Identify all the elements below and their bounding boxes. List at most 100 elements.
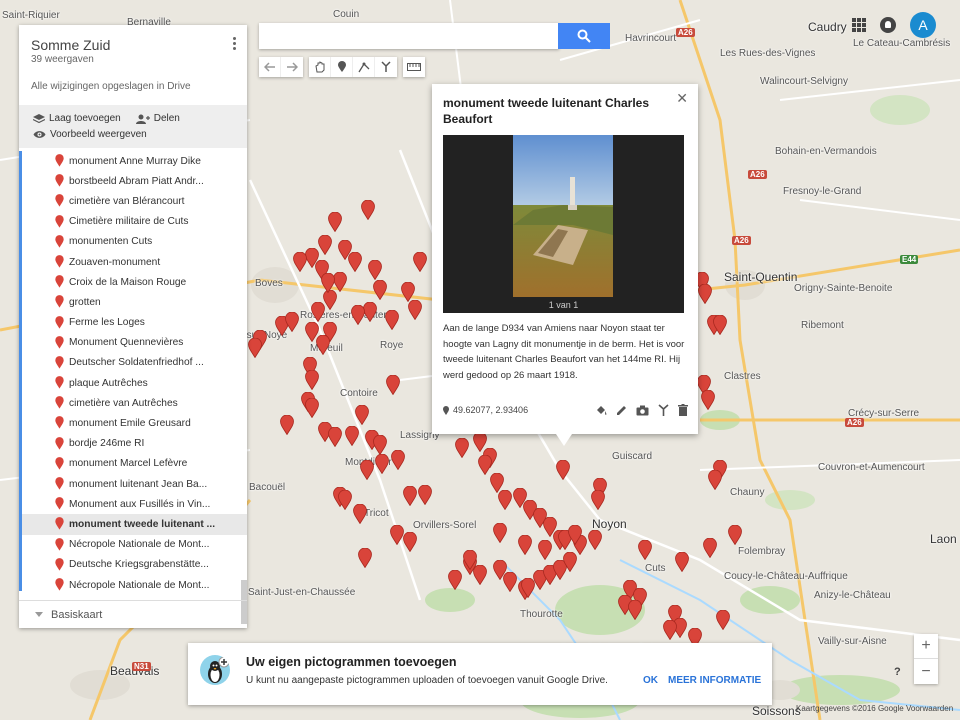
add-layer-button[interactable]: Laag toevoegen — [33, 113, 121, 124]
delete-trash-icon[interactable] — [678, 404, 688, 416]
map-marker-pin[interactable] — [538, 540, 552, 560]
edit-pencil-icon[interactable] — [616, 405, 627, 416]
map-marker-pin[interactable] — [285, 312, 299, 332]
list-item[interactable]: monument tweede luitenant ... — [22, 514, 247, 535]
map-marker-pin[interactable] — [333, 272, 347, 292]
share-button[interactable]: Delen — [135, 113, 180, 124]
list-item[interactable]: monument Emile Greusard — [22, 413, 247, 433]
map-marker-pin[interactable] — [353, 504, 367, 524]
zoom-out-button[interactable]: − — [914, 659, 938, 684]
map-marker-pin[interactable] — [386, 375, 400, 395]
map-marker-pin[interactable] — [355, 405, 369, 425]
help-button[interactable]: ? — [894, 666, 901, 678]
pan-button[interactable] — [309, 57, 331, 77]
map-marker-pin[interactable] — [498, 490, 512, 510]
map-marker-pin[interactable] — [305, 370, 319, 390]
list-item[interactable]: borstbeeld Abram Piatt Andr... — [22, 171, 247, 191]
map-marker-pin[interactable] — [463, 550, 477, 570]
list-item[interactable]: Deutscher Soldatenfriedhof ... — [22, 353, 247, 373]
map-marker-pin[interactable] — [701, 390, 715, 410]
map-marker-pin[interactable] — [373, 280, 387, 300]
map-marker-pin[interactable] — [503, 572, 517, 592]
map-marker-pin[interactable] — [373, 435, 387, 455]
list-item[interactable]: Cimetière militaire de Cuts — [22, 212, 247, 232]
notifications-icon[interactable] — [880, 17, 896, 33]
map-marker-pin[interactable] — [328, 427, 342, 447]
map-marker-pin[interactable] — [418, 485, 432, 505]
search-input[interactable] — [259, 23, 559, 49]
list-item[interactable]: monument Marcel Lefèvre — [22, 454, 247, 474]
map-marker-pin[interactable] — [338, 490, 352, 510]
map-marker-pin[interactable] — [368, 260, 382, 280]
list-item[interactable]: Deutsche Kriegsgrabenstätte... — [22, 555, 247, 575]
map-marker-pin[interactable] — [698, 284, 712, 304]
map-marker-pin[interactable] — [408, 300, 422, 320]
map-marker-pin[interactable] — [591, 490, 605, 510]
list-item[interactable]: monumenten Cuts — [22, 232, 247, 252]
map-marker-pin[interactable] — [323, 290, 337, 310]
map-marker-pin[interactable] — [556, 460, 570, 480]
map-marker-pin[interactable] — [675, 552, 689, 572]
map-marker-pin[interactable] — [478, 455, 492, 475]
list-item[interactable]: Monument Quennevières — [22, 333, 247, 353]
map-marker-pin[interactable] — [361, 200, 375, 220]
list-item[interactable]: Ferme les Loges — [22, 313, 247, 333]
map-marker-pin[interactable] — [588, 530, 602, 550]
map-marker-pin[interactable] — [638, 540, 652, 560]
search-button[interactable] — [558, 23, 610, 49]
directions-icon[interactable] — [658, 404, 669, 416]
style-paint-bucket-icon[interactable] — [595, 404, 607, 416]
list-item[interactable]: Croix de la Maison Rouge — [22, 272, 247, 292]
map-marker-pin[interactable] — [360, 460, 374, 480]
map-marker-pin[interactable] — [328, 212, 342, 232]
map-marker-pin[interactable] — [493, 523, 507, 543]
map-marker-pin[interactable] — [318, 235, 332, 255]
map-marker-pin[interactable] — [375, 454, 389, 474]
map-marker-pin[interactable] — [403, 532, 417, 552]
list-item[interactable]: Nécropole Nationale de Mont... — [22, 535, 247, 555]
add-marker-button[interactable] — [331, 57, 353, 77]
directions-button[interactable] — [375, 57, 397, 77]
map-marker-pin[interactable] — [358, 548, 372, 568]
list-item[interactable]: monument luitenant Jean Ba... — [22, 474, 247, 494]
close-icon[interactable]: ✕ — [676, 90, 688, 107]
map-marker-pin[interactable] — [713, 315, 727, 335]
more-options-icon[interactable] — [233, 37, 237, 52]
map-marker-pin[interactable] — [568, 525, 582, 545]
map-marker-pin[interactable] — [448, 570, 462, 590]
map-marker-pin[interactable] — [348, 252, 362, 272]
map-marker-pin[interactable] — [703, 538, 717, 558]
banner-ok-button[interactable]: OK — [643, 675, 658, 686]
map-marker-pin[interactable] — [351, 305, 365, 325]
map-marker-pin[interactable] — [728, 525, 742, 545]
zoom-in-button[interactable]: + — [914, 634, 938, 659]
avatar[interactable]: A — [910, 12, 936, 38]
map-marker-pin[interactable] — [663, 620, 677, 640]
camera-icon[interactable] — [636, 405, 649, 416]
terms-link[interactable]: Voorwaarden — [906, 704, 953, 713]
measure-button[interactable] — [403, 57, 425, 77]
map-marker-pin[interactable] — [403, 486, 417, 506]
map-marker-pin[interactable] — [390, 525, 404, 545]
map-marker-pin[interactable] — [385, 310, 399, 330]
list-item[interactable]: Monument aux Fusillés in Vin... — [22, 494, 247, 514]
list-item[interactable]: Zouaven-monument — [22, 252, 247, 272]
map-marker-pin[interactable] — [518, 535, 532, 555]
map-marker-pin[interactable] — [311, 302, 325, 322]
map-title[interactable]: Somme Zuid — [31, 37, 235, 53]
list-item[interactable]: Nécropole Nationale de Mont... — [22, 575, 247, 595]
map-marker-pin[interactable] — [280, 415, 294, 435]
list-item[interactable]: monument Anne Murray Dike — [22, 151, 247, 171]
map-marker-pin[interactable] — [708, 470, 722, 490]
undo-button[interactable] — [259, 57, 281, 77]
map-marker-pin[interactable] — [305, 398, 319, 418]
list-item[interactable]: bordje 246me RI — [22, 434, 247, 454]
feature-photo[interactable]: 1 van 1 — [443, 135, 684, 313]
map-marker-pin[interactable] — [455, 438, 469, 458]
map-marker-pin[interactable] — [716, 610, 730, 630]
map-marker-pin[interactable] — [363, 302, 377, 322]
redo-button[interactable] — [281, 57, 303, 77]
base-map-toggle[interactable]: Basiskaart — [19, 600, 247, 628]
list-item[interactable]: cimetière van Autrêches — [22, 393, 247, 413]
map-marker-pin[interactable] — [401, 282, 415, 302]
